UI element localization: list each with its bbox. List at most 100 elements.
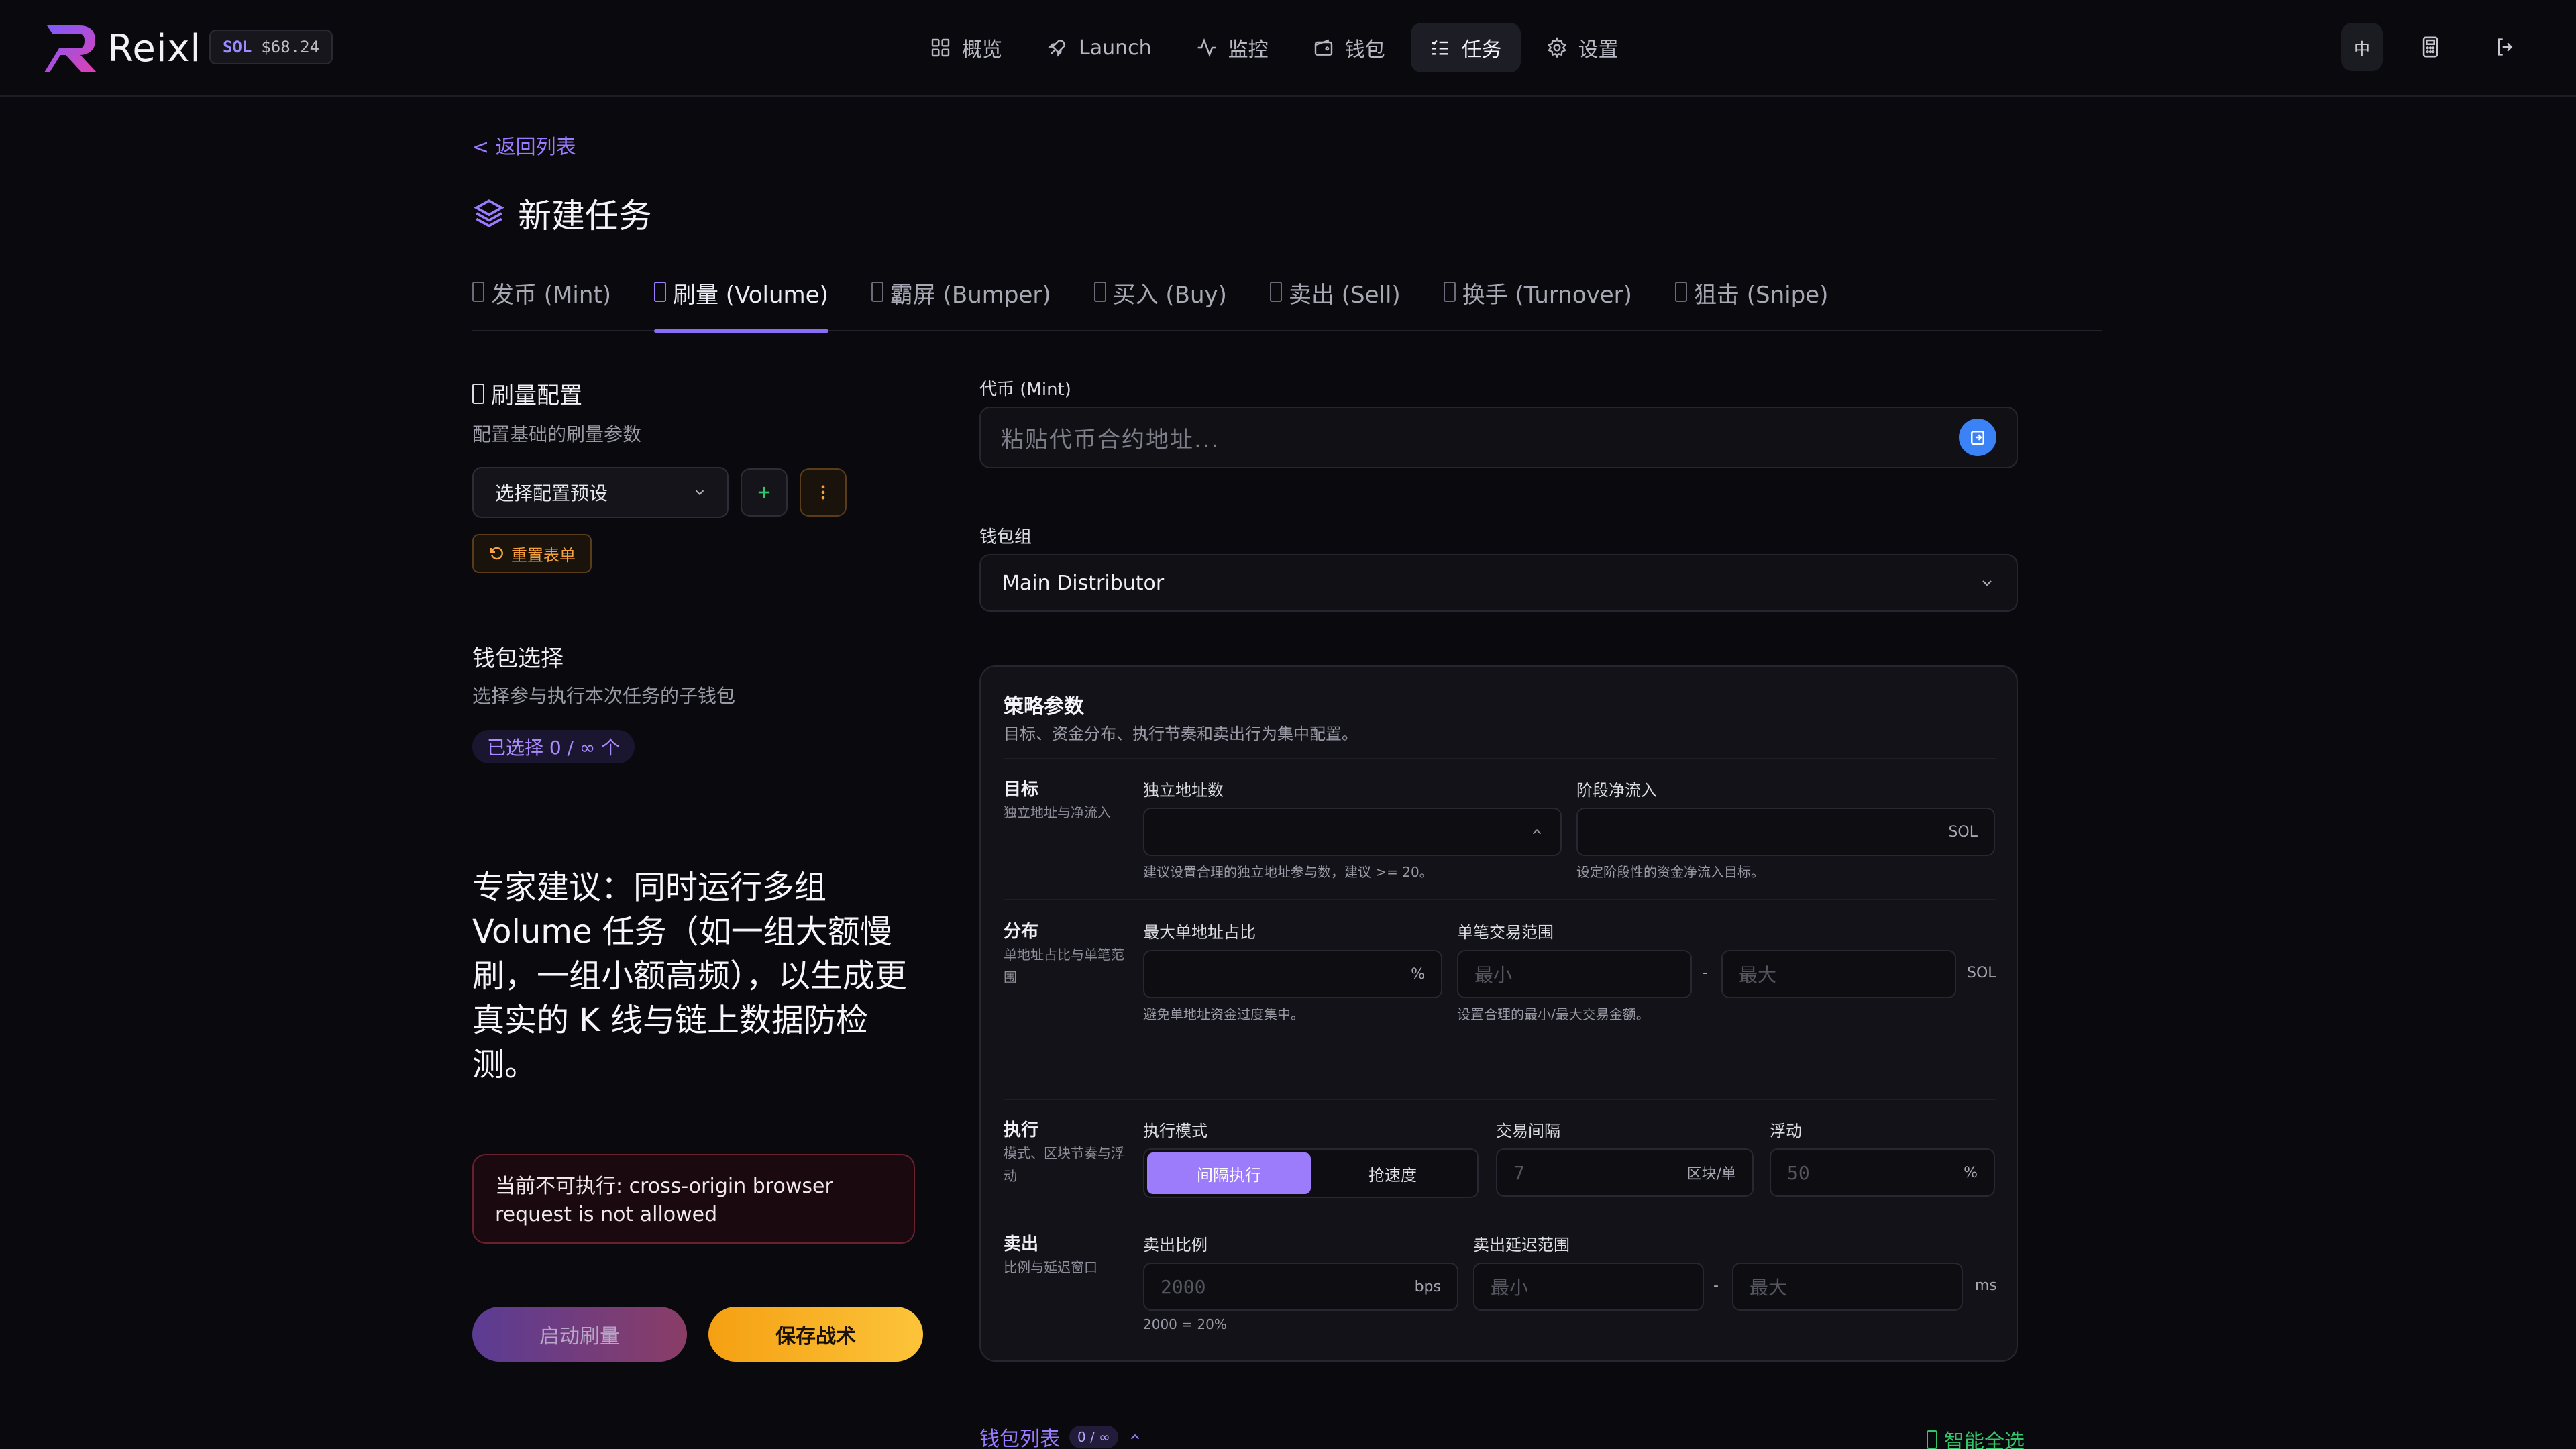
logout-button[interactable] [2485,23,2526,71]
target-group-subtitle: 独立地址与净流入 [1004,804,1111,820]
tab-icon [871,282,883,302]
sell-delay-max-input[interactable]: 最大 [1732,1263,1963,1311]
logo[interactable]: Reixl [43,23,201,74]
sell-delay-min-placeholder: 最小 [1491,1277,1529,1299]
add-preset-button[interactable] [741,468,788,517]
tab-bumper[interactable]: 霸屏 (Bumper) [871,275,1051,331]
trade-range-max-input[interactable]: 最大 [1721,950,1956,998]
nav-item-monitor[interactable]: 监控 [1177,23,1287,72]
nav-item-wallet[interactable]: 钱包 [1294,23,1404,72]
divider [1004,899,1996,900]
sell-group-subtitle: 比例与延迟窗口 [1004,1259,1097,1275]
back-to-list-link[interactable]: < 返回列表 [472,130,576,160]
float-placeholder: 50 [1787,1161,1810,1184]
save-strategy-button[interactable]: 保存战术 [708,1307,923,1362]
config-subtitle: 配置基础的刷量参数 [472,423,642,445]
smart-select-label: 智能全选 [1944,1430,2025,1449]
smart-select-icon [1927,1430,1937,1449]
calculator-button[interactable] [2410,23,2451,71]
trade-range-unit: SOL [1967,965,1996,981]
trade-interval-input[interactable]: 7 区块/单 [1496,1148,1754,1197]
start-volume-button[interactable]: 启动刷量 [472,1307,687,1362]
chevron-up-icon [1130,1434,1140,1440]
tab-icon [1674,282,1687,302]
nav-item-launch[interactable]: Launch [1028,23,1171,72]
execution-group-title: 执行 [1004,1120,1039,1140]
wallet-group-select[interactable]: Main Distributor [979,554,2018,612]
mode-interval-button[interactable]: 间隔执行 [1147,1152,1311,1194]
exec-mode-label: 执行模式 [1143,1122,1208,1140]
mint-label: 代币 (Mint) [979,380,1071,400]
float-label: 浮动 [1770,1122,1802,1140]
divider [1004,1099,1996,1100]
float-input[interactable]: 50 % [1770,1148,1995,1197]
sell-delay-min-input[interactable]: 最小 [1473,1263,1704,1311]
list-checks-icon [1431,40,1448,55]
preset-select[interactable]: 选择配置预设 [472,467,729,518]
top-header: Reixl SOL $68.24 概览 Launch 监控 钱包 任务 设置 中 [0,0,2576,97]
selected-count-badge[interactable]: 已选择 0 / ∞ 个 [472,730,635,763]
preset-more-button[interactable] [800,468,847,517]
smart-select-all-button[interactable]: 智能全选 [1927,1425,2025,1449]
net-inflow-input[interactable]: SOL [1576,808,1995,856]
range-dash: - [1703,965,1708,981]
paste-button[interactable] [1959,419,1996,456]
wallet-list-label: 钱包列表 [979,1428,1060,1449]
net-inflow-label: 阶段净流入 [1576,781,1657,800]
trade-interval-unit: 区块/单 [1686,1166,1736,1183]
tab-label: 卖出 (Sell) [1288,282,1401,309]
clipboard-icon [1971,431,1984,445]
nav-label: 设置 [1578,38,1619,62]
tab-label: 买入 (Buy) [1112,282,1227,309]
exec-mode-toggle: 间隔执行 抢速度 [1143,1148,1479,1198]
trade-range-hint: 设置合理的最小/最大交易金额。 [1457,1006,1650,1022]
wallet-list-toggle[interactable]: 钱包列表 0 / ∞ [979,1422,1142,1449]
logout-icon [2498,38,2513,56]
sell-ratio-input[interactable]: 2000 bps [1143,1263,1458,1311]
unique-address-input[interactable] [1143,808,1562,856]
tab-volume[interactable]: 刷量 (Volume) [654,275,828,333]
gear-icon [1547,37,1566,58]
preset-select-value: 选择配置预设 [495,482,608,504]
trade-range-max-placeholder: 最大 [1739,964,1777,986]
error-message: 当前不可执行: cross-origin browser request is … [472,1154,915,1244]
reixl-logo-icon [44,25,97,72]
chevron-up-icon[interactable] [1529,824,1544,839]
trade-range-min-input[interactable]: 最小 [1457,950,1692,998]
nav-label: 钱包 [1344,38,1385,62]
page-title: 新建任务 [472,189,652,237]
tab-sell[interactable]: 卖出 (Sell) [1269,275,1401,331]
task-type-tabs: 发币 (Mint) 刷量 (Volume) 霸屏 (Bumper) 买入 (Bu… [472,275,2102,333]
language-toggle-button[interactable]: 中 [2341,23,2383,71]
unique-address-label: 独立地址数 [1143,781,1224,800]
reset-label: 重置表单 [511,545,576,565]
target-group-title: 目标 [1004,780,1039,800]
nav-item-overview[interactable]: 概览 [911,23,1021,72]
app-name: Reixl [107,26,202,70]
calculator-icon [2422,36,2438,58]
config-icon [472,383,484,404]
reset-form-button[interactable]: 重置表单 [472,534,592,573]
mint-address-input[interactable]: 粘贴代币合约地址... [979,407,2018,468]
rotate-ccw-icon [490,547,503,560]
max-share-input[interactable]: % [1143,950,1442,998]
tab-snipe[interactable]: 狙击 (Snipe) [1674,275,1828,331]
page-title-text: 新建任务 [518,197,652,235]
mint-placeholder: 粘贴代币合约地址... [1001,426,1220,453]
tab-turnover[interactable]: 换手 (Turnover) [1443,275,1632,331]
nav-item-tasks[interactable]: 任务 [1410,23,1521,72]
execution-group-subtitle: 模式、区块节奏与浮动 [1004,1145,1124,1184]
float-unit: % [1964,1164,1978,1181]
tab-buy[interactable]: 买入 (Buy) [1093,275,1227,331]
tab-mint[interactable]: 发币 (Mint) [472,275,611,331]
mode-fast-button[interactable]: 抢速度 [1311,1152,1474,1194]
activity-icon [1197,38,1216,58]
nav-label: 监控 [1228,38,1269,62]
strategy-panel: 策略参数 目标、资金分布、执行节奏和卖出行为集中配置。 目标 独立地址与净流入 … [979,665,2018,1362]
chevron-down-icon [1982,580,1992,586]
config-title-text: 刷量配置 [491,382,582,409]
nav-item-settings[interactable]: 设置 [1527,23,1638,72]
net-inflow-unit: SOL [1948,823,1978,841]
tab-icon [1093,282,1106,302]
distribution-group-title: 分布 [1004,922,1039,942]
